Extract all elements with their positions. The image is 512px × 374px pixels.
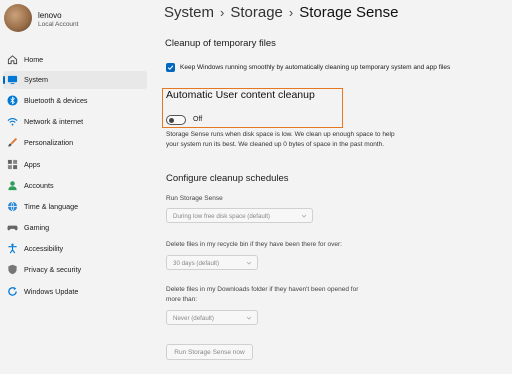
system-icon xyxy=(7,74,18,85)
profile-account-type: Local Account xyxy=(38,21,79,28)
sidebar-item-privacy[interactable]: Privacy & security xyxy=(3,261,147,279)
recycle-bin-label: Delete files in my recycle bin if they h… xyxy=(166,241,342,248)
breadcrumb-storage[interactable]: Storage xyxy=(230,4,283,21)
section-title-schedules: Configure cleanup schedules xyxy=(166,173,289,184)
dropdown-value: 30 days (default) xyxy=(173,260,220,267)
keep-windows-running-checkbox[interactable] xyxy=(166,63,175,72)
sidebar-item-label: Apps xyxy=(24,160,41,169)
chevron-down-icon xyxy=(246,261,252,265)
downloads-dropdown[interactable]: Never (default) xyxy=(166,310,258,325)
accessibility-icon xyxy=(7,243,18,254)
sidebar-item-windows-update[interactable]: Windows Update xyxy=(3,283,147,301)
sidebar-item-accounts[interactable]: Accounts xyxy=(3,177,147,195)
brush-icon xyxy=(7,137,18,148)
dropdown-value: Never (default) xyxy=(173,315,214,322)
sidebar-item-label: Time & language xyxy=(24,202,79,211)
wifi-icon xyxy=(7,116,18,127)
sidebar-item-apps[interactable]: Apps xyxy=(3,156,147,174)
downloads-label-line1: Delete files in my Downloads folder if t… xyxy=(166,286,359,293)
update-icon xyxy=(7,286,18,297)
avatar xyxy=(4,4,32,32)
run-storage-sense-now-button[interactable]: Run Storage Sense now xyxy=(166,344,253,360)
recycle-bin-dropdown[interactable]: 30 days (default) xyxy=(166,255,258,270)
shield-icon xyxy=(7,264,18,275)
page-title: Storage Sense xyxy=(299,4,399,21)
globe-clock-icon xyxy=(7,201,18,212)
checkmark-icon xyxy=(167,65,174,71)
sidebar-item-label: Accounts xyxy=(24,181,54,190)
run-storage-sense-label: Run Storage Sense xyxy=(166,195,223,202)
sidebar-item-home[interactable]: Home xyxy=(3,51,147,69)
section-title-cleanup-temp: Cleanup of temporary files xyxy=(165,38,276,49)
dropdown-value: During low free disk space (default) xyxy=(173,213,270,220)
sidebar-item-system[interactable]: System xyxy=(3,71,147,89)
auto-cleanup-toggle[interactable] xyxy=(166,115,186,125)
home-icon xyxy=(7,54,18,65)
section-title-auto-cleanup: Automatic User content cleanup xyxy=(166,89,315,101)
sidebar-item-label: Accessibility xyxy=(24,244,64,253)
chevron-down-icon xyxy=(246,316,252,320)
checkbox-label: Keep Windows running smoothly by automat… xyxy=(180,64,451,71)
breadcrumb-separator: › xyxy=(220,5,225,20)
toggle-state-label: Off xyxy=(193,116,203,123)
breadcrumb-system[interactable]: System xyxy=(164,4,214,21)
sidebar-item-label: Windows Update xyxy=(24,287,79,296)
profile-name: lenovo xyxy=(38,11,62,20)
sidebar-item-label: Personalization xyxy=(24,138,74,147)
sidebar-item-label: Gaming xyxy=(24,223,50,232)
bluetooth-icon xyxy=(7,95,18,106)
sidebar-item-time-language[interactable]: Time & language xyxy=(3,198,147,216)
sidebar-item-label: System xyxy=(24,75,48,84)
breadcrumb: System › Storage › Storage Sense xyxy=(164,4,399,21)
sidebar-item-label: Network & internet xyxy=(24,117,84,126)
downloads-label-line2: more than: xyxy=(166,296,198,303)
sidebar-item-label: Bluetooth & devices xyxy=(24,96,88,105)
sidebar: lenovo Local Account Home System Bluetoo… xyxy=(0,0,150,374)
sidebar-item-network[interactable]: Network & internet xyxy=(3,113,147,131)
gaming-icon xyxy=(7,222,18,233)
run-storage-sense-dropdown[interactable]: During low free disk space (default) xyxy=(166,208,313,223)
chevron-down-icon xyxy=(301,214,307,218)
sidebar-item-accessibility[interactable]: Accessibility xyxy=(3,240,147,258)
sidebar-item-bluetooth[interactable]: Bluetooth & devices xyxy=(3,92,147,110)
accounts-icon xyxy=(7,180,18,191)
apps-icon xyxy=(7,159,18,170)
breadcrumb-separator: › xyxy=(288,5,294,20)
sidebar-item-label: Privacy & security xyxy=(24,265,82,274)
sidebar-item-label: Home xyxy=(24,55,44,64)
sidebar-item-personalization[interactable]: Personalization xyxy=(3,134,147,152)
auto-cleanup-description: Storage Sense runs when disk space is lo… xyxy=(166,131,395,148)
sidebar-item-gaming[interactable]: Gaming xyxy=(3,219,147,237)
